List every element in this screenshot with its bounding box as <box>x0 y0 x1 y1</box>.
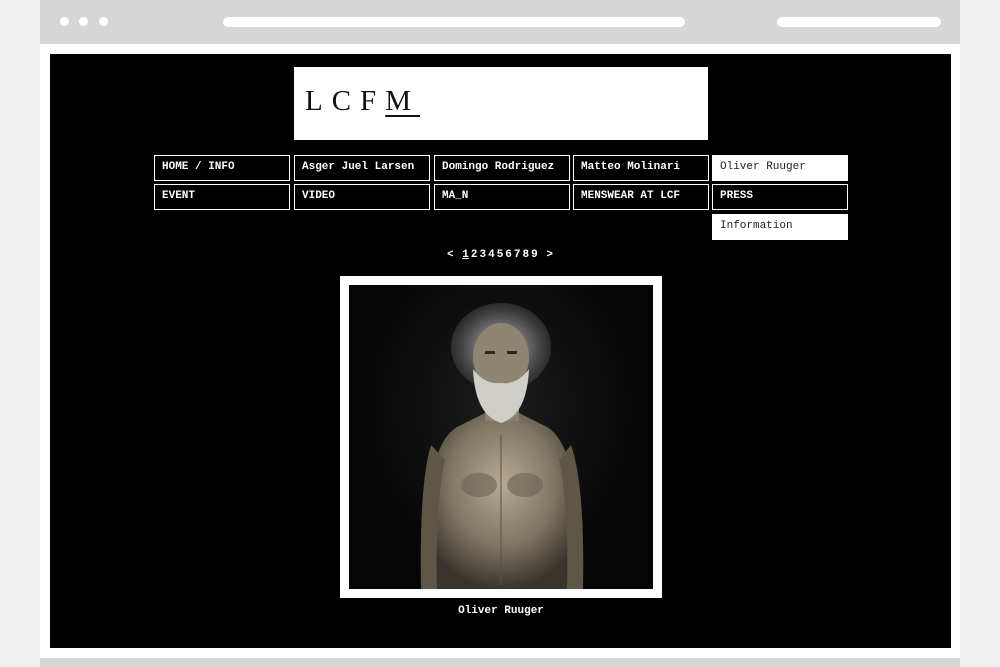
pager-page-7[interactable]: 7 <box>514 249 521 261</box>
browser-bottom-bar <box>40 658 960 667</box>
photo-frame <box>340 276 662 598</box>
search-bar[interactable] <box>777 17 941 27</box>
nav-menswear-at-lcf[interactable]: MENSWEAR AT LCF <box>573 184 709 210</box>
pager-page-6[interactable]: 6 <box>505 249 512 261</box>
nav-event[interactable]: EVENT <box>154 184 290 210</box>
window-dot-icon[interactable] <box>60 17 69 26</box>
window-dot-icon[interactable] <box>99 17 108 26</box>
nav-domingo-rodriguez[interactable]: Domingo Rodriguez <box>434 155 570 181</box>
nav-information[interactable]: Information <box>712 214 848 240</box>
nav-home-info[interactable]: HOME / INFO <box>154 155 290 181</box>
nav-ma-n[interactable]: MA_N <box>434 184 570 210</box>
nav-matteo-molinari[interactable]: Matteo Molinari <box>573 155 709 181</box>
portrait-illustration <box>420 303 584 589</box>
pager-page-3[interactable]: 3 <box>479 249 486 261</box>
pager-prev[interactable]: < <box>447 249 454 261</box>
pager-page-4[interactable]: 4 <box>488 249 495 261</box>
pager-page-8[interactable]: 8 <box>523 249 530 261</box>
nav-asger-juel-larsen[interactable]: Asger Juel Larsen <box>294 155 430 181</box>
pager-page-9[interactable]: 9 <box>531 249 538 261</box>
pager-page-5[interactable]: 5 <box>497 249 504 261</box>
nav-oliver-ruuger[interactable]: Oliver Ruuger <box>712 155 848 181</box>
pager-next[interactable]: > <box>546 249 553 261</box>
portrait-photo[interactable] <box>349 285 653 589</box>
pager-page-2[interactable]: 2 <box>471 249 478 261</box>
logo-underlined-letter: M <box>385 85 420 117</box>
site-logo[interactable]: LCFM <box>294 67 708 140</box>
nav-press[interactable]: PRESS <box>712 184 848 210</box>
browser-toolbar <box>40 0 960 44</box>
address-bar[interactable] <box>223 17 685 27</box>
pager-page-1[interactable]: 1 <box>462 249 469 261</box>
window-dot-icon[interactable] <box>79 17 88 26</box>
nav-video[interactable]: VIDEO <box>294 184 430 210</box>
photo-caption: Oliver Ruuger <box>458 605 544 617</box>
page-content: LCFM HOME / INFO Asger Juel Larsen Domin… <box>50 54 951 648</box>
logo-text: LCFM <box>305 85 420 117</box>
pagination: < 123456789 > <box>430 249 570 261</box>
